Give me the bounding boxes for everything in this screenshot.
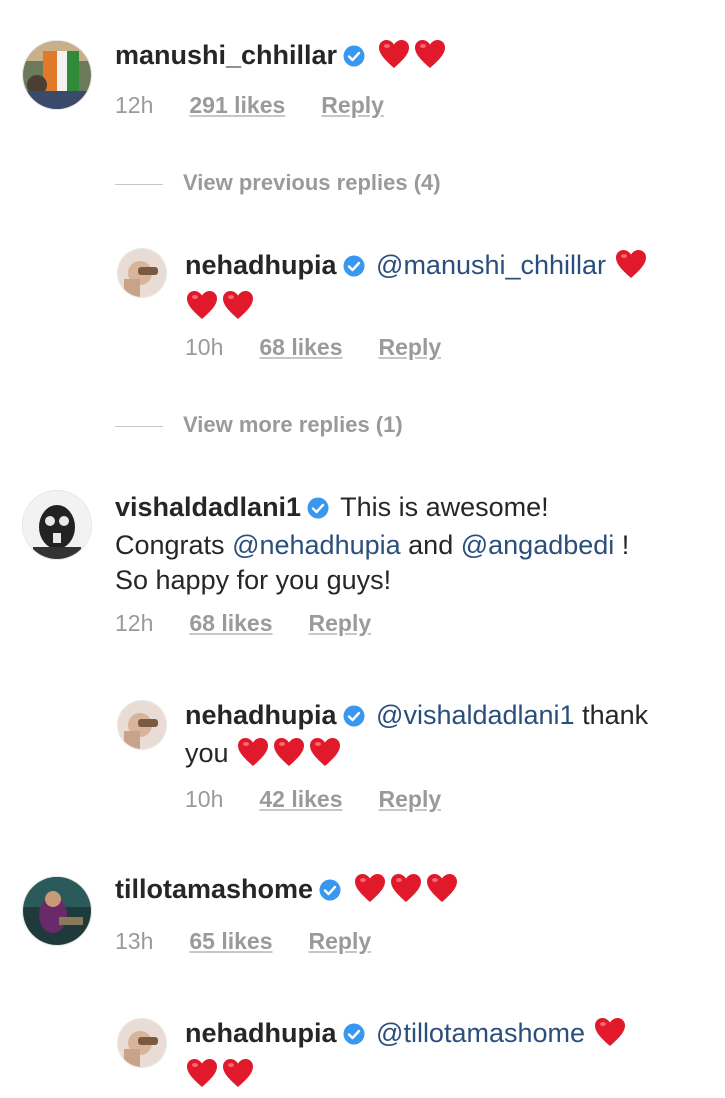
mention-link[interactable]: @nehadhupia	[232, 530, 401, 560]
heart-icon	[389, 872, 423, 913]
avatar[interactable]	[117, 248, 167, 298]
mention-link[interactable]: @vishaldadlani1	[376, 700, 575, 730]
heart-icon	[353, 872, 387, 913]
heart-icon	[185, 289, 219, 330]
heart-icon	[377, 38, 411, 79]
timestamp: 13h	[115, 928, 154, 954]
comment-tillotama: tillotamashome 13h 65 likes Reply	[0, 868, 725, 978]
reply-button[interactable]: Reply	[379, 334, 442, 361]
heart-icon	[221, 289, 255, 330]
avatar[interactable]	[22, 40, 92, 110]
username[interactable]: nehadhupia	[185, 700, 337, 730]
avatar[interactable]	[117, 700, 167, 750]
likes-link[interactable]: 291 likes	[189, 92, 285, 119]
comment-text: Congrats	[115, 530, 225, 560]
comment-meta: 12h 291 likes Reply	[115, 92, 384, 119]
comment-text: and	[408, 530, 454, 560]
timestamp: 10h	[185, 786, 224, 812]
reply-nehadhupia-3: nehadhupia @tillotamashome	[0, 1010, 725, 1092]
comment-manushi: manushi_chhillar 12h 291 likes Reply	[0, 0, 725, 130]
reply-meta: 10h 68 likes Reply	[185, 334, 441, 361]
divider-line	[115, 425, 163, 427]
avatar[interactable]	[117, 1018, 167, 1068]
username[interactable]: nehadhupia	[185, 250, 337, 280]
reply-meta: 10h 42 likes Reply	[185, 786, 441, 813]
comment-meta: 12h 68 likes Reply	[115, 610, 371, 637]
mention-link[interactable]: @tillotamashome	[376, 1018, 585, 1048]
timestamp: 12h	[115, 610, 154, 636]
username[interactable]: vishaldadlani1	[115, 492, 301, 522]
reply-body: nehadhupia @vishaldadlani1 thank you	[185, 698, 705, 777]
reply-body: nehadhupia @tillotamashome	[185, 1016, 705, 1098]
avatar[interactable]	[22, 490, 92, 560]
divider-line	[115, 183, 163, 185]
timestamp: 10h	[185, 334, 224, 360]
username[interactable]: tillotamashome	[115, 874, 313, 904]
reply-body: nehadhupia @manushi_chhillar	[185, 248, 705, 330]
likes-link[interactable]: 65 likes	[189, 928, 272, 955]
verified-icon	[307, 493, 329, 528]
heart-icon	[593, 1016, 627, 1057]
mention-link[interactable]: @angadbedi	[461, 530, 615, 560]
verified-icon	[319, 875, 341, 910]
comment-body: tillotamashome	[115, 872, 461, 913]
view-previous-replies-button[interactable]: View previous replies (4)	[115, 170, 441, 196]
reply-button[interactable]: Reply	[321, 92, 384, 119]
reply-button[interactable]: Reply	[379, 786, 442, 813]
view-more-replies-label: View more replies (1)	[183, 412, 403, 437]
likes-link[interactable]: 68 likes	[189, 610, 272, 637]
heart-icon	[308, 736, 342, 777]
reply-text: thank	[582, 700, 649, 730]
comment-body: vishaldadlani1 This is awesome! Congrats…	[115, 490, 705, 598]
comment-meta: 13h 65 likes Reply	[115, 928, 371, 955]
verified-icon	[343, 701, 365, 736]
username[interactable]: nehadhupia	[185, 1018, 337, 1048]
comment-text: So happy for you guys!	[115, 565, 392, 595]
likes-link[interactable]: 42 likes	[259, 786, 342, 813]
username[interactable]: manushi_chhillar	[115, 40, 337, 70]
heart-icon	[425, 872, 459, 913]
likes-link[interactable]: 68 likes	[259, 334, 342, 361]
timestamp: 12h	[115, 92, 154, 118]
view-more-replies-button[interactable]: View more replies (1)	[115, 412, 403, 438]
heart-icon	[614, 248, 648, 289]
heart-icon	[413, 38, 447, 79]
avatar[interactable]	[22, 876, 92, 946]
reply-text: you	[185, 738, 229, 768]
reply-nehadhupia-2: nehadhupia @vishaldadlani1 thank you 10h…	[0, 692, 725, 822]
reply-button[interactable]: Reply	[309, 610, 372, 637]
comment-text: !	[621, 530, 630, 560]
verified-icon	[343, 251, 365, 286]
heart-icon	[236, 736, 270, 777]
reply-nehadhupia-1: nehadhupia @manushi_chhillar 10h 68 likes…	[0, 240, 725, 370]
comment-body: manushi_chhillar	[115, 38, 449, 79]
comment-text: This is awesome!	[340, 492, 549, 522]
heart-icon	[272, 736, 306, 777]
view-previous-replies-label: View previous replies (4)	[183, 170, 441, 195]
verified-icon	[343, 41, 365, 76]
mention-link[interactable]: @manushi_chhillar	[376, 250, 606, 280]
comment-vishal: vishaldadlani1 This is awesome! Congrats…	[0, 480, 725, 650]
verified-icon	[343, 1019, 365, 1054]
reply-button[interactable]: Reply	[309, 928, 372, 955]
